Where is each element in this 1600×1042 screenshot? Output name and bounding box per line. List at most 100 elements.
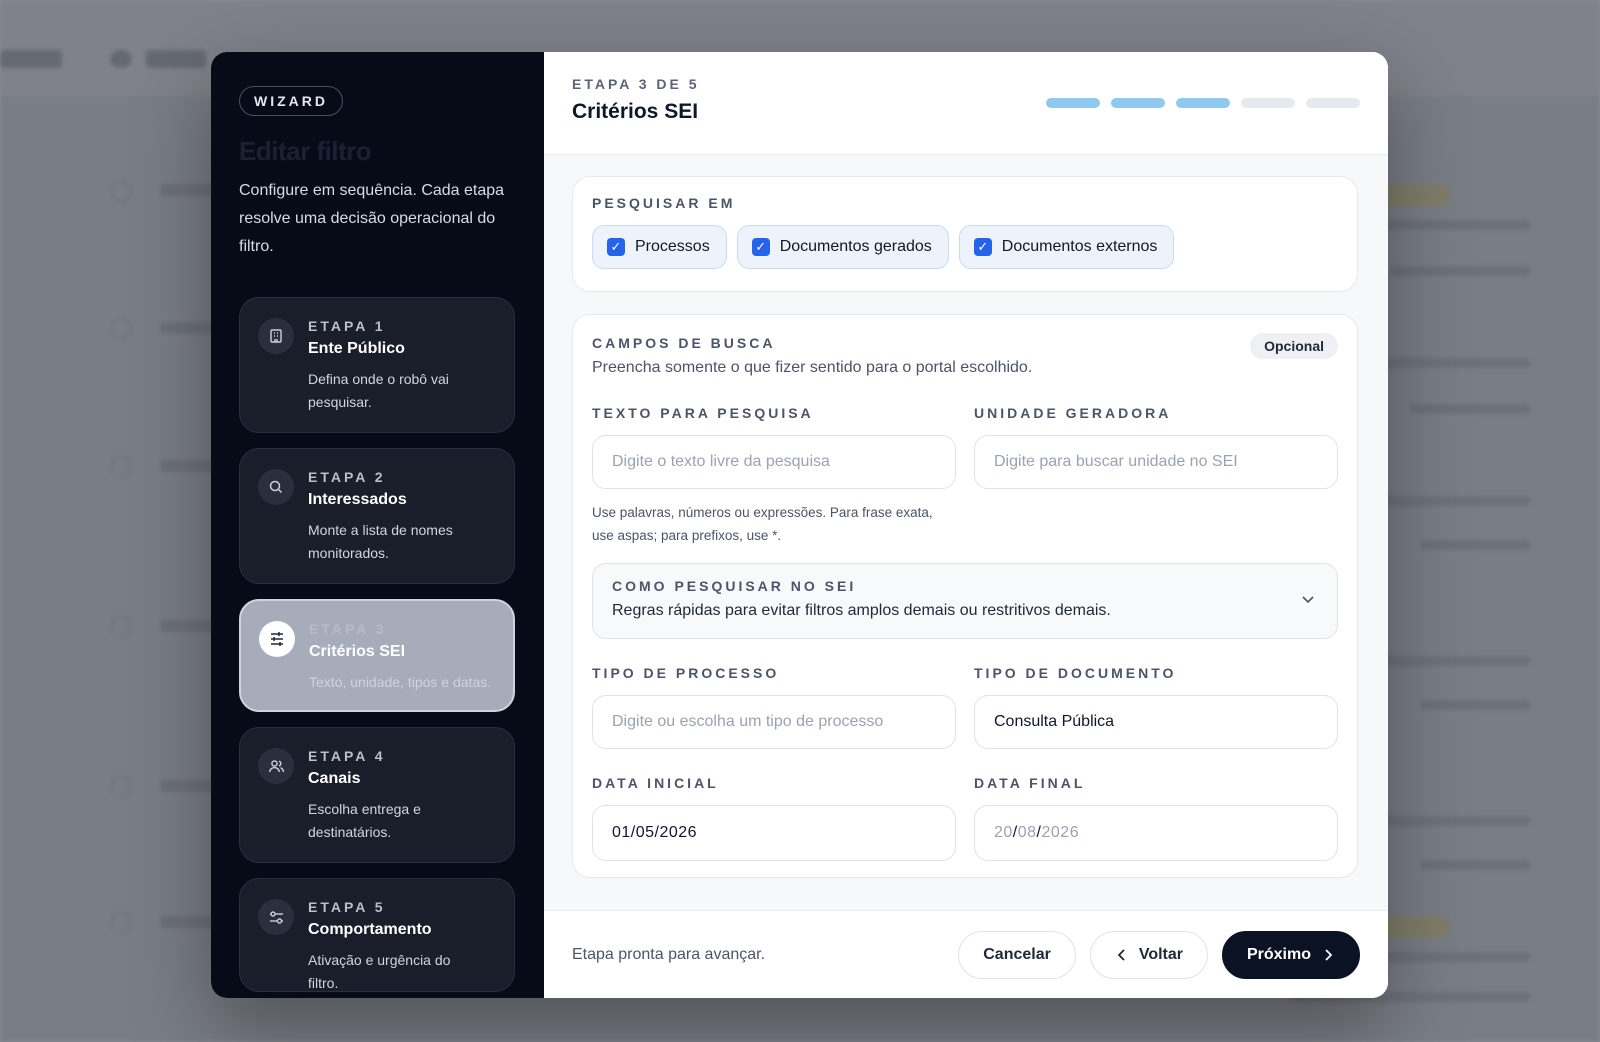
checkbox-label: Documentos externos [1001,238,1158,255]
end-date-label: DATA FINAL [974,775,1086,791]
step-description: Ativação e urgência do filtro. [308,952,451,991]
document-type-label: TIPO DE DOCUMENTO [974,665,1177,681]
checkbox-checked-icon: ✓ [607,238,625,256]
step-title: Comportamento [308,921,432,938]
accordion-description: Regras rápidas para evitar filtros amplo… [612,602,1111,619]
placeholder: Digite ou escolha um tipo de processo [612,713,884,730]
search-fields-card: CAMPOS DE BUSCA Opcional Preencha soment… [572,314,1358,878]
input-value: 01/05/2026 [612,824,698,841]
type-row: TIPO DE PROCESSO Digite ou escolha um ti… [592,665,1338,749]
back-button[interactable]: Voltar [1089,930,1208,979]
chevron-right-icon [1325,948,1333,961]
step-title: Critérios SEI [309,643,406,660]
chevron-left-icon [1117,948,1125,961]
wizard-step-4[interactable]: ETAPA 4 Canais Escolha entrega e destina… [239,727,515,863]
unit-field-label: UNIDADE GERADORA [974,405,1172,421]
step-number: ETAPA 3 [309,621,387,637]
wizard-step-2[interactable]: ETAPA 2 Interessados Monte a lista de no… [239,448,515,584]
accordion-title: COMO PESQUISAR NO SEI [612,578,857,594]
footer-status: Etapa pronta para avançar. [572,945,766,963]
wizard-badge: WIZARD [239,86,343,116]
search-in-label: PESQUISAR EM [592,195,736,211]
wizard-description: Configure em sequência. Cada etapa resol… [239,182,505,255]
text-field-group: TEXTO PARA PESQUISA Digite o texto livre… [592,405,956,547]
wizard-step-3[interactable]: ETAPA 3 Critérios SEI Texto, unidade, ti… [239,599,515,712]
search-text-input[interactable]: Digite o texto livre da pesquisa [592,435,956,489]
how-to-search-accordion[interactable]: COMO PESQUISAR NO SEI Regras rápidas par… [592,563,1338,639]
step-progress-bar [1046,98,1360,108]
wizard-modal: WIZARD Editar filtro Configure em sequên… [211,52,1388,998]
step-number: ETAPA 2 [308,469,386,485]
chevron-down-icon [1302,596,1314,604]
start-date-input[interactable]: 01/05/2026 [592,805,956,861]
unit-input[interactable]: Digite para buscar unidade no SEI [974,435,1338,489]
step-number: ETAPA 1 [308,318,386,334]
input-value: Consulta Pública [994,713,1115,730]
date-month: 08 [1017,824,1037,841]
step-title: Interessados [308,491,407,508]
checkbox-processos[interactable]: ✓ Processos [592,225,727,269]
start-date-group: DATA INICIAL 01/05/2026 [592,775,956,861]
placeholder: Digite o texto livre da pesquisa [612,453,830,470]
text-unit-row: TEXTO PARA PESQUISA Digite o texto livre… [592,405,1338,547]
checkbox-checked-icon: ✓ [751,238,770,256]
search-fields-subtitle: Preencha somente o que fizer sentido par… [592,359,1033,376]
progress-segment [1241,98,1295,108]
checkbox-label: Processos [635,238,710,255]
wizard-step-1[interactable]: ETAPA 1 Ente Público Defina onde o robô … [239,297,515,433]
search-in-options: ✓ Processos ✓ Documentos gerados ✓ Docum… [592,225,1338,269]
placeholder: Digite para buscar unidade no SEI [994,453,1238,470]
wizard-step-5[interactable]: ETAPA 5 Comportamento Ativação e urgênci… [239,878,515,992]
checkbox-documentos-gerados[interactable]: ✓ Documentos gerados [736,225,949,269]
step-description: Texto, unidade, tipos e datas. [309,674,492,690]
search-fields-label: CAMPOS DE BUSCA [592,335,776,351]
date-row: DATA INICIAL 01/05/2026 DATA FINAL 20/08… [592,775,1338,861]
settings-toggle-icon [258,899,294,935]
step-description: Monte a lista de nomes monitorados. [308,522,453,561]
end-date-input[interactable]: 20/08/2026 [974,805,1338,861]
cancel-label: Cancelar [983,945,1051,963]
next-button[interactable]: Próximo [1221,930,1360,979]
date-day: 20 [994,824,1013,841]
step-title: Canais [308,770,361,787]
date-display: 20/08/2026 [994,824,1079,842]
content-header: ETAPA 3 DE 5 Critérios SEI [544,52,1388,155]
start-date-label: DATA INICIAL [592,775,719,791]
text-field-label: TEXTO PARA PESQUISA [592,405,814,421]
progress-segment [1046,98,1100,108]
checkbox-label: Documentos gerados [779,238,932,255]
search-in-card: PESQUISAR EM ✓ Processos ✓ Documentos ge… [572,176,1358,292]
unit-field-group: UNIDADE GERADORA Digite para buscar unid… [974,405,1338,547]
users-icon [258,748,294,784]
sliders-icon [259,621,295,657]
progress-segment [1306,98,1360,108]
process-type-label: TIPO DE PROCESSO [592,665,780,681]
process-type-group: TIPO DE PROCESSO Digite ou escolha um ti… [592,665,956,749]
document-type-group: TIPO DE DOCUMENTO Consulta Pública [974,665,1338,749]
date-year: 2026 [1041,824,1080,841]
process-type-combobox[interactable]: Digite ou escolha um tipo de processo [592,695,956,749]
step-number: ETAPA 5 [308,899,386,915]
optional-badge: Opcional [1250,333,1338,359]
checkbox-documentos-externos[interactable]: ✓ Documentos externos [958,225,1175,269]
step-indicator: ETAPA 3 DE 5 [572,76,700,92]
progress-segment [1111,98,1165,108]
back-label: Voltar [1138,945,1183,963]
building-icon [258,318,294,354]
step-description: Escolha entrega e destinatários. [308,801,421,840]
search-text-hint: Use palavras, números ou expressões. Par… [592,505,933,543]
search-icon [258,469,294,505]
progress-segment [1176,98,1230,108]
wizard-content: ETAPA 3 DE 5 Critérios SEI PESQUISAR EM … [544,52,1388,998]
wizard-title: Editar filtro [239,136,372,166]
end-date-group: DATA FINAL 20/08/2026 [974,775,1338,861]
next-label: Próximo [1246,945,1311,963]
document-type-combobox[interactable]: Consulta Pública [974,695,1338,749]
step-description: Defina onde o robô vai pesquisar. [308,371,449,410]
wizard-footer: Etapa pronta para avançar. Cancelar Volt… [544,910,1388,998]
wizard-sidebar: WIZARD Editar filtro Configure em sequên… [211,52,544,998]
wizard-steps: ETAPA 1 Ente Público Defina onde o robô … [239,297,516,992]
cancel-button[interactable]: Cancelar [958,930,1076,979]
step-title: Ente Público [308,340,405,357]
checkbox-checked-icon: ✓ [973,238,992,256]
